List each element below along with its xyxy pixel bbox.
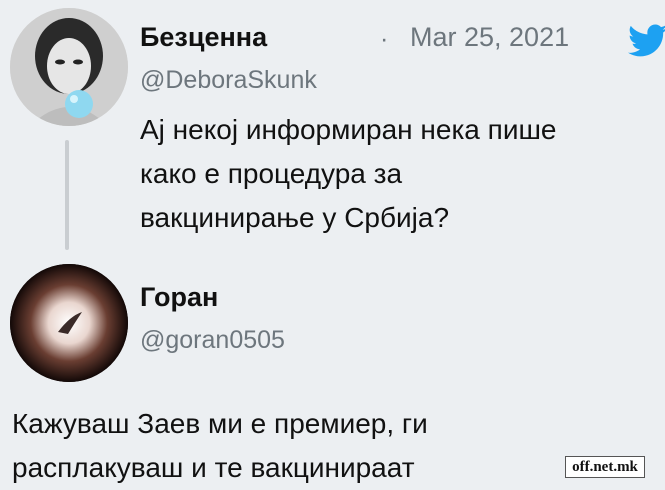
- avatar-debora[interactable]: [10, 8, 128, 126]
- separator-dot: ·: [380, 25, 389, 53]
- thread-connector: [65, 140, 69, 250]
- tweet-line: како е процедура за: [140, 158, 403, 189]
- tweet-body: Ај некој информиран нека пише како е про…: [140, 108, 557, 240]
- avatar-glow-icon: [10, 264, 128, 382]
- author-handle[interactable]: @DeboraSkunk: [140, 66, 317, 95]
- tweet-line: расплакуваш и те вакцинираат: [12, 452, 415, 483]
- author-name[interactable]: Горан: [140, 282, 218, 313]
- tweet-line: вакцинирање у Србија?: [140, 202, 450, 233]
- watermark-logo: off.net.mk: [565, 456, 645, 478]
- author-handle[interactable]: @goran0505: [140, 326, 285, 355]
- tweet-body: Кажуваш Заев ми е премиер, ги расплакува…: [12, 402, 428, 490]
- twitter-bird-icon: [628, 24, 665, 57]
- avatar-goran[interactable]: [10, 264, 128, 382]
- tweet-line: Кажуваш Заев ми е премиер, ги: [12, 408, 428, 439]
- tweet-date[interactable]: Mar 25, 2021: [410, 22, 569, 53]
- tweet-line: Ај некој информиран нека пише: [140, 114, 557, 145]
- avatar-portrait-icon: [10, 8, 128, 126]
- author-name[interactable]: Безценна: [140, 22, 267, 53]
